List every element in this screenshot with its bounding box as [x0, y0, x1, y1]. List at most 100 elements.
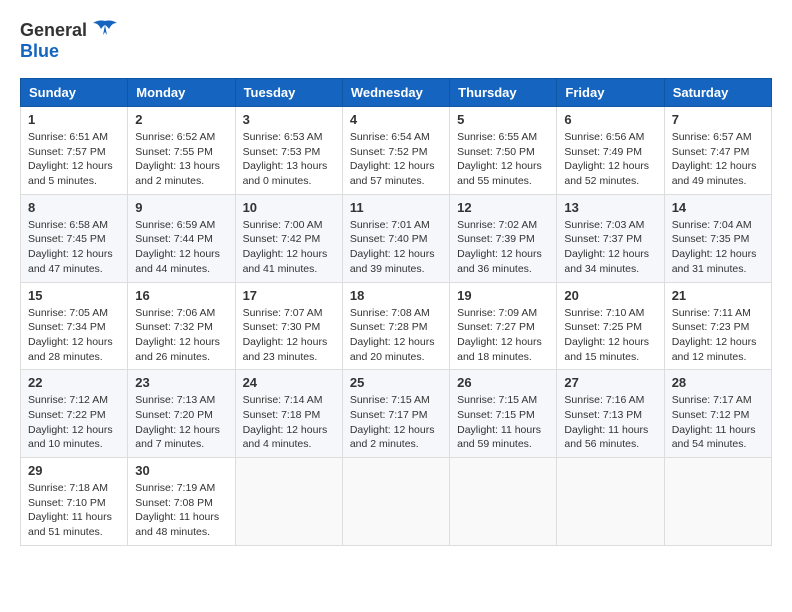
- day-number: 15: [28, 288, 120, 303]
- day-info: Sunrise: 7:07 AMSunset: 7:30 PMDaylight:…: [243, 306, 335, 365]
- calendar-cell: 21Sunrise: 7:11 AMSunset: 7:23 PMDayligh…: [664, 282, 771, 370]
- day-number: 22: [28, 375, 120, 390]
- logo-blue-text: Blue: [20, 41, 59, 62]
- day-number: 19: [457, 288, 549, 303]
- day-number: 3: [243, 112, 335, 127]
- calendar-cell: 12 Sunrise: 7:02 AMSunset: 7:39 PMDayligh…: [450, 194, 557, 282]
- day-info: Sunrise: 6:54 AMSunset: 7:52 PMDaylight:…: [350, 130, 442, 189]
- calendar-cell: 11 Sunrise: 7:01 AMSunset: 7:40 PMDayligh…: [342, 194, 449, 282]
- day-info: Sunrise: 7:19 AMSunset: 7:08 PMDaylight:…: [135, 481, 227, 540]
- day-number: 23: [135, 375, 227, 390]
- logo: General Blue: [20, 20, 121, 62]
- calendar-cell: 26 Sunrise: 7:15 AMSunset: 7:15 PMDayligh…: [450, 370, 557, 458]
- day-info: Sunrise: 7:17 AMSunset: 7:12 PMDaylight:…: [672, 393, 764, 452]
- day-number: 30: [135, 463, 227, 478]
- day-number: 18: [350, 288, 442, 303]
- day-info: Sunrise: 7:09 AMSunset: 7:27 PMDaylight:…: [457, 306, 549, 365]
- day-number: 17: [243, 288, 335, 303]
- calendar-cell: 24 Sunrise: 7:14 AMSunset: 7:18 PMDayligh…: [235, 370, 342, 458]
- calendar-cell: 7 Sunrise: 6:57 AMSunset: 7:47 PMDaylight…: [664, 107, 771, 195]
- calendar-cell: 6 Sunrise: 6:56 AMSunset: 7:49 PMDaylight…: [557, 107, 664, 195]
- calendar-cell: 14 Sunrise: 7:04 AMSunset: 7:35 PMDayligh…: [664, 194, 771, 282]
- day-number: 8: [28, 200, 120, 215]
- calendar-cell: 5 Sunrise: 6:55 AMSunset: 7:50 PMDaylight…: [450, 107, 557, 195]
- day-info: Sunrise: 7:08 AMSunset: 7:28 PMDaylight:…: [350, 306, 442, 365]
- day-info: Sunrise: 7:00 AMSunset: 7:42 PMDaylight:…: [243, 218, 335, 277]
- calendar-cell: [235, 458, 342, 546]
- calendar-cell: 3 Sunrise: 6:53 AMSunset: 7:53 PMDaylight…: [235, 107, 342, 195]
- day-info: Sunrise: 6:52 AMSunset: 7:55 PMDaylight:…: [135, 130, 227, 189]
- logo-bird-icon: [89, 19, 121, 41]
- day-info: Sunrise: 6:57 AMSunset: 7:47 PMDaylight:…: [672, 130, 764, 189]
- page-header: General Blue: [20, 20, 772, 62]
- calendar-cell: 1 Sunrise: 6:51 AMSunset: 7:57 PMDaylight…: [21, 107, 128, 195]
- calendar-cell: [450, 458, 557, 546]
- calendar-cell: 30 Sunrise: 7:19 AMSunset: 7:08 PMDayligh…: [128, 458, 235, 546]
- day-info: Sunrise: 7:10 AMSunset: 7:25 PMDaylight:…: [564, 306, 656, 365]
- calendar-cell: 17 Sunrise: 7:07 AMSunset: 7:30 PMDayligh…: [235, 282, 342, 370]
- calendar-cell: 8 Sunrise: 6:58 AMSunset: 7:45 PMDaylight…: [21, 194, 128, 282]
- weekday-header-wednesday: Wednesday: [342, 79, 449, 107]
- day-number: 29: [28, 463, 120, 478]
- day-number: 28: [672, 375, 764, 390]
- day-info: Sunrise: 6:53 AMSunset: 7:53 PMDaylight:…: [243, 130, 335, 189]
- day-info: Sunrise: 6:58 AMSunset: 7:45 PMDaylight:…: [28, 218, 120, 277]
- day-number: 2: [135, 112, 227, 127]
- calendar-cell: 10 Sunrise: 7:00 AMSunset: 7:42 PMDayligh…: [235, 194, 342, 282]
- calendar-cell: 27 Sunrise: 7:16 AMSunset: 7:13 PMDayligh…: [557, 370, 664, 458]
- day-info: Sunrise: 7:05 AMSunset: 7:34 PMDaylight:…: [28, 306, 120, 365]
- calendar-cell: 29 Sunrise: 7:18 AMSunset: 7:10 PMDayligh…: [21, 458, 128, 546]
- weekday-header-sunday: Sunday: [21, 79, 128, 107]
- day-number: 12: [457, 200, 549, 215]
- day-number: 9: [135, 200, 227, 215]
- day-number: 11: [350, 200, 442, 215]
- calendar-cell: 16 Sunrise: 7:06 AMSunset: 7:32 PMDayligh…: [128, 282, 235, 370]
- calendar-cell: 15 Sunrise: 7:05 AMSunset: 7:34 PMDayligh…: [21, 282, 128, 370]
- day-number: 27: [564, 375, 656, 390]
- calendar-cell: 4Sunrise: 6:54 AMSunset: 7:52 PMDaylight…: [342, 107, 449, 195]
- weekday-header-saturday: Saturday: [664, 79, 771, 107]
- day-number: 20: [564, 288, 656, 303]
- calendar-cell: [664, 458, 771, 546]
- calendar-cell: 2 Sunrise: 6:52 AMSunset: 7:55 PMDaylight…: [128, 107, 235, 195]
- day-info: Sunrise: 7:14 AMSunset: 7:18 PMDaylight:…: [243, 393, 335, 452]
- day-info: Sunrise: 6:56 AMSunset: 7:49 PMDaylight:…: [564, 130, 656, 189]
- day-info: Sunrise: 7:03 AMSunset: 7:37 PMDaylight:…: [564, 218, 656, 277]
- day-number: 13: [564, 200, 656, 215]
- day-number: 1: [28, 112, 120, 127]
- day-number: 5: [457, 112, 549, 127]
- day-info: Sunrise: 7:12 AMSunset: 7:22 PMDaylight:…: [28, 393, 120, 452]
- day-number: 16: [135, 288, 227, 303]
- day-info: Sunrise: 7:15 AMSunset: 7:15 PMDaylight:…: [457, 393, 549, 452]
- calendar-cell: 13 Sunrise: 7:03 AMSunset: 7:37 PMDayligh…: [557, 194, 664, 282]
- day-info: Sunrise: 7:01 AMSunset: 7:40 PMDaylight:…: [350, 218, 442, 277]
- day-number: 10: [243, 200, 335, 215]
- calendar-cell: [342, 458, 449, 546]
- day-info: Sunrise: 7:04 AMSunset: 7:35 PMDaylight:…: [672, 218, 764, 277]
- day-info: Sunrise: 6:55 AMSunset: 7:50 PMDaylight:…: [457, 130, 549, 189]
- day-info: Sunrise: 7:16 AMSunset: 7:13 PMDaylight:…: [564, 393, 656, 452]
- day-info: Sunrise: 7:18 AMSunset: 7:10 PMDaylight:…: [28, 481, 120, 540]
- calendar-cell: 25Sunrise: 7:15 AMSunset: 7:17 PMDayligh…: [342, 370, 449, 458]
- day-number: 24: [243, 375, 335, 390]
- day-info: Sunrise: 6:51 AMSunset: 7:57 PMDaylight:…: [28, 130, 120, 189]
- calendar-cell: 22 Sunrise: 7:12 AMSunset: 7:22 PMDayligh…: [21, 370, 128, 458]
- calendar-cell: 28 Sunrise: 7:17 AMSunset: 7:12 PMDayligh…: [664, 370, 771, 458]
- day-number: 7: [672, 112, 764, 127]
- day-number: 14: [672, 200, 764, 215]
- weekday-header-monday: Monday: [128, 79, 235, 107]
- day-info: Sunrise: 6:59 AMSunset: 7:44 PMDaylight:…: [135, 218, 227, 277]
- day-info: Sunrise: 7:06 AMSunset: 7:32 PMDaylight:…: [135, 306, 227, 365]
- calendar-cell: 20 Sunrise: 7:10 AMSunset: 7:25 PMDayligh…: [557, 282, 664, 370]
- calendar-cell: 9 Sunrise: 6:59 AMSunset: 7:44 PMDaylight…: [128, 194, 235, 282]
- calendar-cell: [557, 458, 664, 546]
- day-number: 26: [457, 375, 549, 390]
- day-number: 21: [672, 288, 764, 303]
- day-info: Sunrise: 7:13 AMSunset: 7:20 PMDaylight:…: [135, 393, 227, 452]
- calendar-cell: 23 Sunrise: 7:13 AMSunset: 7:20 PMDayligh…: [128, 370, 235, 458]
- day-number: 25: [350, 375, 442, 390]
- weekday-header-tuesday: Tuesday: [235, 79, 342, 107]
- weekday-header-thursday: Thursday: [450, 79, 557, 107]
- day-info: Sunrise: 7:02 AMSunset: 7:39 PMDaylight:…: [457, 218, 549, 277]
- day-number: 6: [564, 112, 656, 127]
